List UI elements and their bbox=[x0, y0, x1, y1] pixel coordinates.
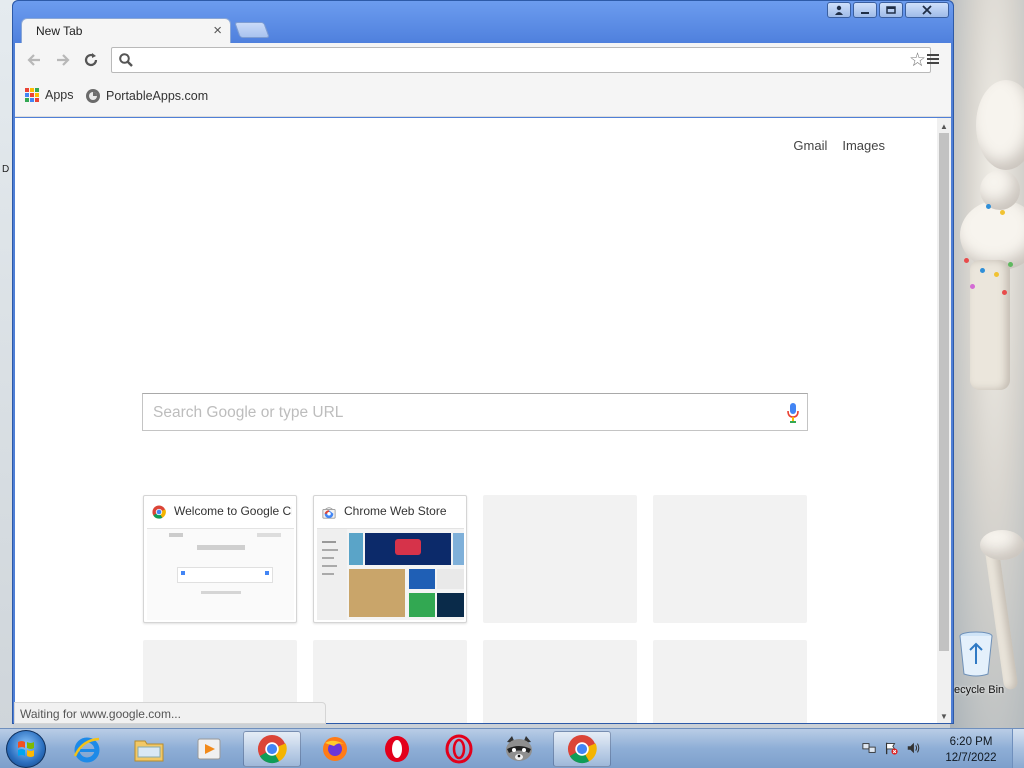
taskbar-internet-explorer[interactable] bbox=[58, 731, 116, 767]
taskbar-clock[interactable]: 6:20 PM 12/7/2022 bbox=[936, 734, 1006, 766]
opera-icon bbox=[385, 736, 409, 762]
title-bar[interactable]: New Tab × bbox=[13, 1, 953, 43]
minimize-icon bbox=[861, 12, 869, 14]
tile-chrome-web-store[interactable]: Chrome Web Store bbox=[313, 495, 467, 623]
taskbar-raccoon-app[interactable] bbox=[490, 731, 548, 767]
tab-new-tab[interactable]: New Tab × bbox=[21, 18, 231, 43]
tile-empty bbox=[653, 640, 807, 723]
bookmark-label: Apps bbox=[45, 88, 74, 102]
webstore-icon bbox=[322, 507, 336, 519]
taskbar-firefox[interactable] bbox=[306, 731, 364, 767]
network-icon[interactable] bbox=[862, 740, 876, 756]
status-bubble: Waiting for www.google.com... bbox=[14, 702, 326, 724]
user-icon bbox=[835, 5, 843, 15]
taskbar-chrome-2[interactable] bbox=[553, 731, 611, 767]
start-button[interactable] bbox=[6, 730, 46, 768]
bookmark-portableapps[interactable]: PortableApps.com bbox=[85, 88, 208, 104]
hamburger-menu-icon bbox=[927, 54, 939, 64]
clock-date: 12/7/2022 bbox=[945, 752, 997, 764]
address-bar[interactable]: ☆ bbox=[111, 47, 931, 73]
volume-icon[interactable] bbox=[906, 740, 922, 756]
desktop-wallpaper bbox=[950, 0, 1024, 728]
scrollbar-thumb[interactable] bbox=[939, 133, 949, 651]
tile-title: Welcome to Google Chrome bbox=[174, 504, 292, 518]
taskbar-media-player[interactable] bbox=[180, 731, 238, 767]
firefox-icon bbox=[323, 737, 347, 761]
opera-outline-icon bbox=[445, 734, 473, 764]
internet-explorer-icon bbox=[73, 737, 100, 763]
bookmark-apps[interactable]: Apps bbox=[25, 88, 74, 102]
bookmark-star-icon[interactable]: ☆ bbox=[909, 49, 926, 72]
chrome-icon bbox=[152, 505, 166, 519]
back-arrow-icon bbox=[27, 54, 40, 66]
bookmarks-bar: Apps PortableApps.com bbox=[15, 77, 951, 117]
search-placeholder: Search Google or type URL bbox=[153, 404, 344, 421]
back-button[interactable] bbox=[23, 49, 45, 71]
tile-empty bbox=[653, 495, 807, 623]
forward-button[interactable] bbox=[52, 49, 74, 71]
portableapps-icon bbox=[86, 89, 100, 103]
tile-empty bbox=[483, 640, 637, 723]
windows-logo-icon bbox=[18, 741, 34, 757]
search-icon bbox=[119, 53, 133, 67]
action-center-flag-icon[interactable] bbox=[884, 740, 898, 756]
chrome-icon bbox=[567, 734, 597, 764]
system-tray bbox=[862, 735, 922, 761]
caption-buttons bbox=[827, 2, 949, 18]
reload-button[interactable] bbox=[80, 49, 102, 71]
close-icon bbox=[922, 5, 932, 15]
close-window-button[interactable] bbox=[905, 2, 949, 18]
raccoon-icon bbox=[506, 736, 532, 761]
toolbar: ☆ bbox=[15, 43, 951, 77]
recycle-bin[interactable]: ecycle Bin bbox=[954, 630, 1024, 700]
google-top-links: Gmail Images bbox=[793, 138, 885, 153]
taskbar-opera[interactable] bbox=[368, 731, 426, 767]
images-link[interactable]: Images bbox=[842, 138, 885, 153]
new-tab-page: Gmail Images Search Google or type URL W… bbox=[15, 118, 937, 723]
tab-close-icon[interactable]: × bbox=[213, 22, 222, 39]
chrome-menu-button[interactable] bbox=[925, 51, 941, 67]
taskbar-file-explorer[interactable] bbox=[120, 731, 178, 767]
taskbar-opera-alt[interactable] bbox=[430, 731, 488, 767]
new-tab-button[interactable] bbox=[234, 22, 270, 38]
minimize-button[interactable] bbox=[853, 2, 877, 18]
scroll-up-arrow-icon[interactable]: ▲ bbox=[940, 122, 948, 131]
recycle-bin-label: ecycle Bin bbox=[954, 684, 1005, 696]
clock-time: 6:20 PM bbox=[949, 736, 993, 748]
folder-icon bbox=[134, 740, 164, 762]
scroll-down-arrow-icon[interactable]: ▼ bbox=[940, 712, 948, 721]
show-desktop-button[interactable] bbox=[1012, 729, 1024, 768]
apps-grid-icon bbox=[25, 88, 39, 102]
tile-empty bbox=[483, 495, 637, 623]
desktop-icon-label: D bbox=[2, 164, 10, 175]
recycle-bin-icon bbox=[959, 631, 993, 677]
profile-button[interactable] bbox=[827, 2, 851, 18]
restore-button[interactable] bbox=[879, 2, 903, 18]
tab-title: New Tab bbox=[36, 24, 83, 38]
address-input[interactable] bbox=[140, 51, 890, 69]
taskbar: 6:20 PM 12/7/2022 bbox=[0, 728, 1024, 768]
forward-arrow-icon bbox=[57, 54, 70, 66]
reload-icon bbox=[84, 53, 98, 67]
media-player-icon bbox=[197, 738, 221, 760]
microphone-icon[interactable] bbox=[786, 402, 800, 424]
tile-thumbnail bbox=[147, 528, 294, 620]
tile-welcome-chrome[interactable]: Welcome to Google Chrome bbox=[143, 495, 297, 623]
bookmark-label: PortableApps.com bbox=[106, 89, 209, 103]
tile-empty bbox=[313, 640, 467, 723]
tab-strip: New Tab × bbox=[21, 18, 621, 43]
vertical-scrollbar[interactable]: ▲ ▼ bbox=[937, 118, 951, 723]
restore-icon bbox=[886, 6, 896, 14]
taskbar-chrome[interactable] bbox=[243, 731, 301, 767]
google-search-box[interactable]: Search Google or type URL bbox=[142, 393, 808, 431]
tile-thumbnail bbox=[317, 528, 464, 620]
browser-window: New Tab × ☆ Apps PortableApps.com Gmail … bbox=[12, 0, 954, 724]
tile-title: Chrome Web Store bbox=[344, 504, 447, 518]
chrome-icon bbox=[257, 734, 287, 764]
gmail-link[interactable]: Gmail bbox=[793, 138, 827, 153]
